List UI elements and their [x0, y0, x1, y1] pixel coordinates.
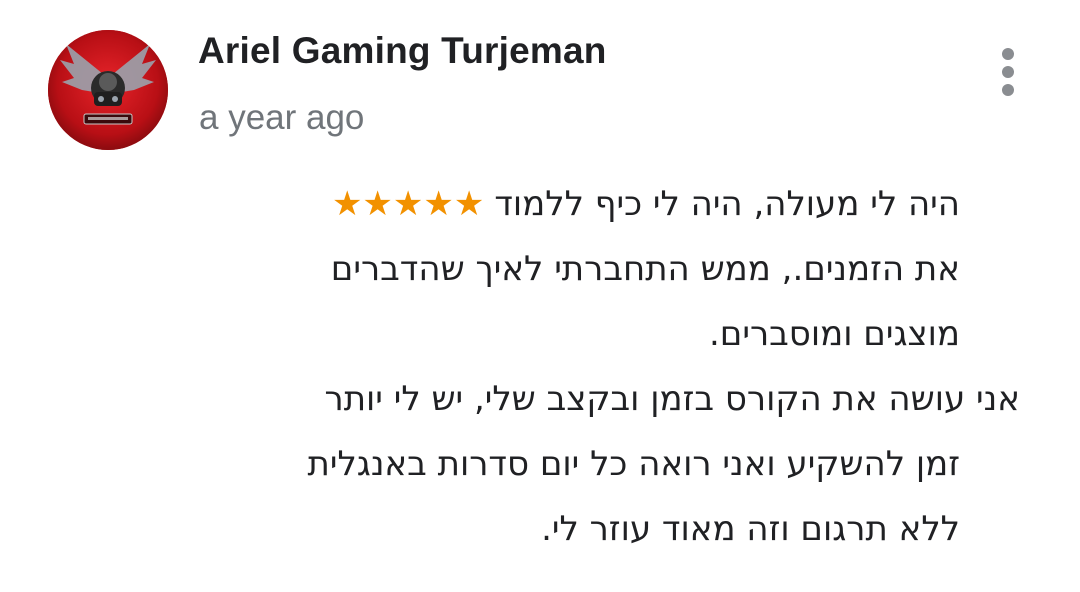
- review-line: זמן להשקיע ואני רואה כל יום סדרות באנגלי…: [307, 444, 960, 484]
- review-time: a year ago: [199, 98, 365, 137]
- avatar[interactable]: [48, 30, 168, 150]
- more-options-button[interactable]: [988, 40, 1028, 104]
- review-text: היה לי מעולה, היה לי כיף ללמוד★★★★★ את ה…: [190, 172, 1020, 562]
- review-line: מוצגים ומוסברים.: [708, 314, 960, 354]
- gaming-logo-avatar-icon: [48, 30, 168, 150]
- review-line: אני עושה את הקורס בזמן ובקצב שלי, יש לי …: [324, 379, 1021, 419]
- review-card: Ariel Gaming Turjeman a year ago היה לי …: [0, 0, 1080, 592]
- review-line: ללא תרגום וזה מאוד עוזר לי.: [541, 509, 960, 549]
- review-line: את הזמנים., ממש התחברתי לאיך שהדברים: [330, 249, 960, 289]
- review-line-text: היה לי מעולה, היה לי כיף ללמוד: [494, 184, 960, 224]
- review-line: היה לי מעולה, היה לי כיף ללמוד★★★★★: [190, 172, 1020, 237]
- star-rating: ★★★★★: [331, 184, 485, 224]
- reviewer-name[interactable]: Ariel Gaming Turjeman: [198, 30, 607, 72]
